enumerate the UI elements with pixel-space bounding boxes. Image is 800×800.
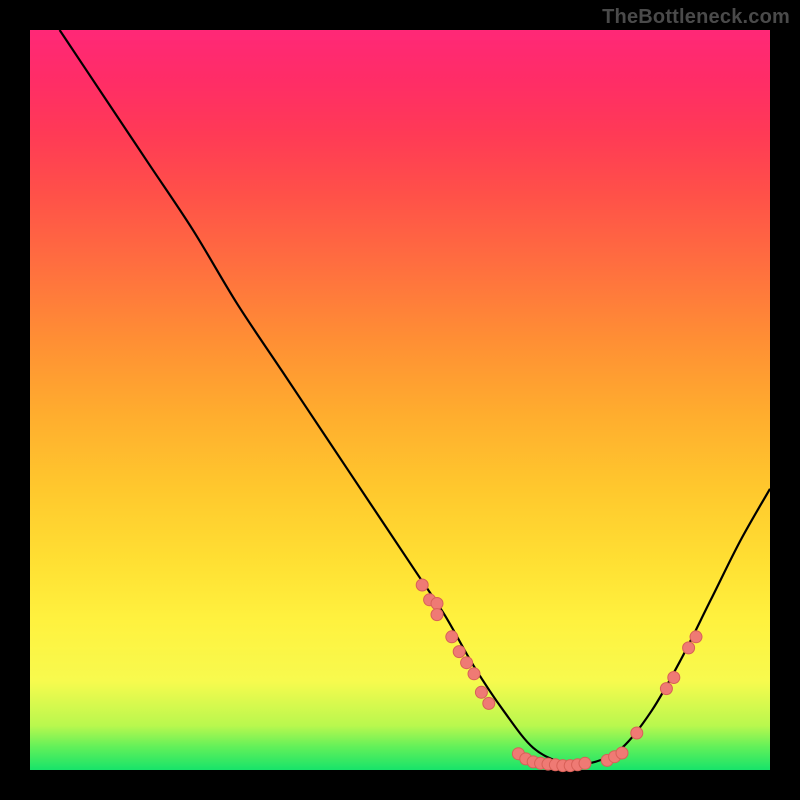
plot-area (30, 30, 770, 770)
data-marker (431, 598, 443, 610)
watermark-text: TheBottleneck.com (602, 6, 790, 29)
data-marker (483, 697, 495, 709)
data-marker (690, 631, 702, 643)
data-marker (468, 668, 480, 680)
data-marker (683, 642, 695, 654)
data-marker (616, 747, 628, 759)
data-marker (631, 727, 643, 739)
data-marker (579, 757, 591, 769)
chart-svg (30, 30, 770, 770)
data-marker (416, 579, 428, 591)
data-marker (461, 657, 473, 669)
chart-frame: TheBottleneck.com (0, 0, 800, 800)
data-marker (446, 631, 458, 643)
bottleneck-curve (60, 30, 770, 764)
data-marker (475, 686, 487, 698)
data-marker (668, 672, 680, 684)
marker-group (416, 579, 702, 772)
data-marker (453, 646, 465, 658)
data-marker (431, 609, 443, 621)
data-marker (660, 683, 672, 695)
